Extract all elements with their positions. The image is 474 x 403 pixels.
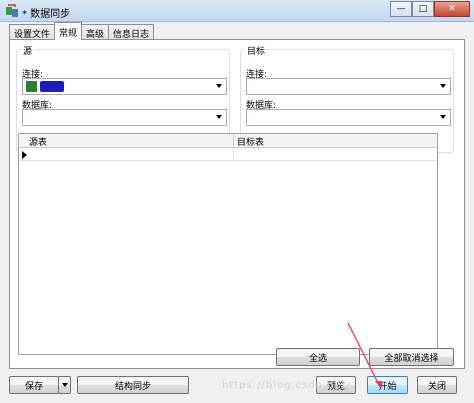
table-row[interactable] xyxy=(19,148,437,161)
select-all-button[interactable]: 全选 xyxy=(276,348,360,366)
maximize-icon: □ xyxy=(418,4,428,14)
row-pointer-icon xyxy=(22,151,27,159)
chevron-down-icon xyxy=(216,115,222,119)
close-button[interactable]: 关闭 xyxy=(417,376,457,394)
tab-advanced[interactable]: 高级 xyxy=(81,24,110,40)
tab-strip: 设置文件 常规 高级 信息日志 xyxy=(9,22,155,40)
source-database-select[interactable] xyxy=(22,109,227,126)
column-header-source-table[interactable]: 源表 xyxy=(29,135,47,148)
table-mapping-grid[interactable]: 源表 目标表 xyxy=(18,133,438,355)
close-window-button[interactable]: ✕ xyxy=(434,1,470,17)
grid-header: 源表 目标表 xyxy=(19,134,437,148)
watermark: https://blog.csdn.net/ xyxy=(222,380,351,391)
chevron-down-icon xyxy=(61,383,68,387)
db-connection-icon xyxy=(26,81,37,92)
column-divider xyxy=(233,134,234,148)
tab-settings-file[interactable]: 设置文件 xyxy=(9,24,56,40)
minimize-icon: — xyxy=(396,4,406,14)
chevron-down-icon xyxy=(440,84,446,88)
target-database-select[interactable] xyxy=(246,109,451,126)
source-title: 源 xyxy=(21,44,35,57)
chevron-down-icon xyxy=(216,84,222,88)
chevron-down-icon xyxy=(440,115,446,119)
tab-general[interactable]: 常规 xyxy=(54,22,83,40)
source-connection-value xyxy=(40,81,64,92)
maximize-button[interactable]: □ xyxy=(412,1,434,17)
tab-info-log[interactable]: 信息日志 xyxy=(108,24,155,40)
structure-sync-button[interactable]: 结构同步 xyxy=(77,376,189,394)
source-connection-select[interactable] xyxy=(22,78,227,95)
save-button[interactable]: 保存 xyxy=(9,376,59,394)
target-connection-select[interactable] xyxy=(246,78,451,95)
deselect-all-button[interactable]: 全部取消选择 xyxy=(369,348,454,366)
close-icon: ✕ xyxy=(448,4,456,14)
title-bar: * 数据同步 — □ ✕ xyxy=(0,0,474,22)
column-header-target-table[interactable]: 目标表 xyxy=(237,135,264,148)
window-controls: — □ ✕ xyxy=(390,1,470,17)
window-title: * 数据同步 xyxy=(22,9,71,20)
save-dropdown-button[interactable] xyxy=(58,376,71,394)
minimize-button[interactable]: — xyxy=(390,1,412,17)
sync-app-icon xyxy=(6,4,18,17)
target-title: 目标 xyxy=(245,44,268,57)
cell-divider xyxy=(233,148,234,161)
start-button[interactable]: 开始 xyxy=(367,376,408,394)
general-panel: 源 连接: 数据库: 目标 连接: 数据库: 源表 目标表 xyxy=(9,39,465,369)
